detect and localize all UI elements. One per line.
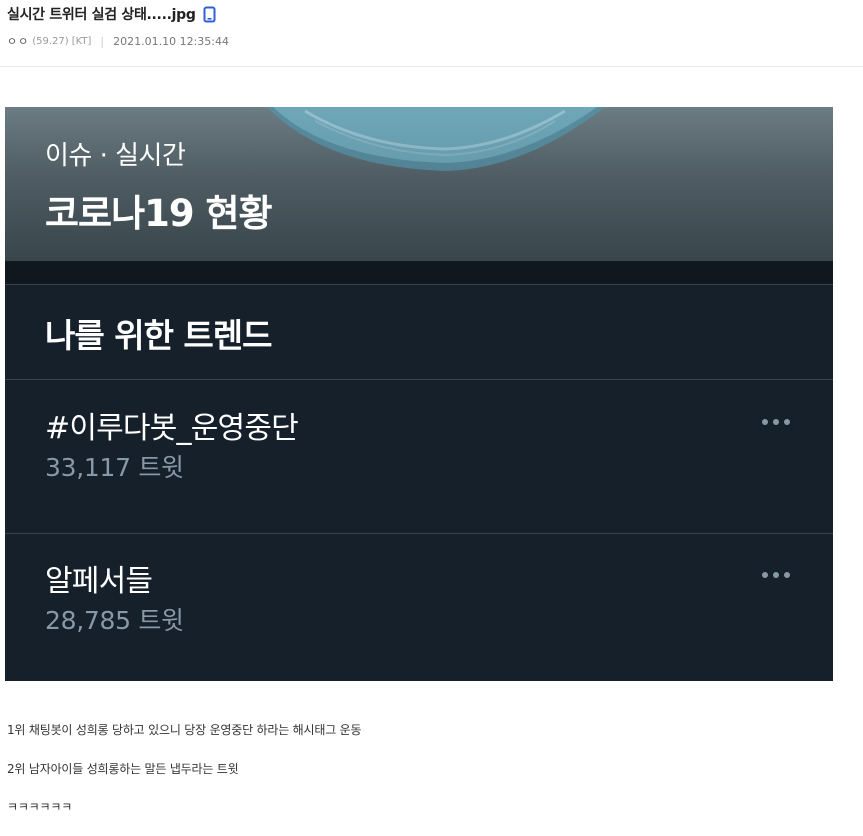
post-date: 2021.01.10 12:35:44: [113, 34, 229, 48]
meta-separator: |: [100, 34, 105, 48]
divider: [5, 533, 833, 534]
post-header: 실시간 트위터 실검 상태.....jpg ㅇㅇ (59.27) [KT] | …: [0, 0, 863, 67]
author-score: (59.27): [32, 35, 69, 47]
body-text-line: ㅋㅋㅋㅋㅋㅋ: [7, 800, 73, 814]
trend-count: 33,117 트윗: [45, 453, 184, 482]
trend-name[interactable]: 알페서들: [45, 556, 153, 600]
banner-title: 코로나19 현황: [45, 192, 273, 235]
divider: [5, 284, 833, 285]
banner-subtitle: 이슈 · 실시간: [45, 141, 186, 171]
post-title[interactable]: 실시간 트위터 실검 상태.....jpg: [7, 4, 196, 24]
trend-count: 28,785 트윗: [45, 606, 184, 635]
more-options-icon[interactable]: [761, 569, 791, 581]
section-heading: 나를 위한 트렌드: [45, 316, 272, 355]
mobile-phone-icon: [203, 6, 216, 23]
divider: [5, 379, 833, 380]
body-text-line: 1위 채팅봇이 성희롱 당하고 있으니 당장 운영중단 하라는 해시태그 운동: [7, 723, 362, 737]
twitter-trends-screenshot: 이슈 · 실시간 코로나19 현황 나를 위한 트렌드 #이루다봇_운영중단 3…: [5, 107, 833, 681]
section-gap: [5, 261, 833, 284]
post-meta: ㅇㅇ (59.27) [KT] | 2021.01.10 12:35:44: [7, 33, 229, 49]
author-isp: [KT]: [71, 35, 92, 47]
body-text-line: 2위 남자아이들 성희롱하는 말든 냅두라는 트윗: [7, 762, 239, 776]
author-name[interactable]: ㅇㅇ: [7, 33, 29, 49]
trend-banner[interactable]: 이슈 · 실시간 코로나19 현황: [5, 107, 833, 261]
trend-name[interactable]: #이루다봇_운영중단: [45, 403, 299, 447]
more-options-icon[interactable]: [761, 416, 791, 428]
post-title-row: 실시간 트위터 실검 상태.....jpg: [7, 4, 216, 24]
